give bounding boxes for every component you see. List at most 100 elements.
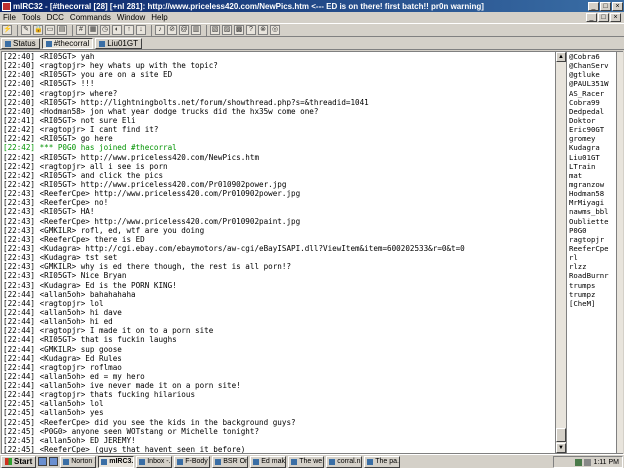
notify-icon[interactable]: ♪ [155,25,165,35]
dcc-send-icon[interactable]: ↑ [124,25,134,35]
switch-channel-thecorral[interactable]: #thecorral [41,38,94,49]
scroll-thumb[interactable] [556,428,566,442]
quit-icon[interactable]: ⊗ [258,25,268,35]
taskbar-button[interactable]: mIRC3... [98,455,135,468]
close-button[interactable]: × [612,1,623,11]
menu-file[interactable]: File [0,13,19,22]
chat-log[interactable]: [22:40] <RI05GT> yah [22:40] <ragtopjr> h… [2,52,555,453]
taskbar-button[interactable]: BSR On... [212,455,249,468]
nick-item[interactable]: gromey [569,134,616,143]
dcc-chat-icon[interactable]: ↓ [136,25,146,35]
scroll-up-arrow-icon[interactable]: ▲ [556,52,566,62]
nick-item[interactable]: RoadBurnr [569,271,616,280]
nick-item[interactable]: MrMiyagi [569,198,616,207]
menu-window[interactable]: Window [114,13,148,22]
nick-item[interactable]: LTrain [569,162,616,171]
nick-item[interactable]: trumpz [569,290,616,299]
options-icon[interactable]: ✎ [21,25,31,35]
nick-item[interactable]: Oubliette [569,217,616,226]
nick-item[interactable]: nawms_bbl [569,207,616,216]
colors-icon[interactable]: ◐ [112,25,122,35]
nick-item[interactable]: P0G0 [569,226,616,235]
menu-help[interactable]: Help [148,13,170,22]
nick-item[interactable]: mat [569,171,616,180]
ignore-icon[interactable]: ⊘ [167,25,177,35]
taskbar-button[interactable]: corral.n... [326,455,363,468]
chat-scrollbar[interactable]: ▲ ▼ [555,52,566,453]
nick-item[interactable]: Hodman58 [569,189,616,198]
maximize-button[interactable]: □ [600,1,611,11]
child-restore-button[interactable]: □ [598,13,609,22]
taskbar-button[interactable]: The pa... [364,455,401,468]
nick-item[interactable]: Liu01GT [569,153,616,162]
task-app-icon [253,458,260,465]
task-app-icon [63,458,70,465]
switch-query-liu01gt[interactable]: Liu01GT [95,38,142,49]
quicklaunch-desktop-icon[interactable] [38,457,48,466]
menu-bar: File Tools DCC Commands Window Help _ □ … [0,12,624,23]
taskbar-button[interactable]: Norton ... [60,455,97,468]
switch-status[interactable]: Status [1,38,40,49]
status-icon [5,40,11,47]
nick-item[interactable]: Kudagra [569,143,616,152]
url-list-icon[interactable]: @ [179,25,189,35]
start-button[interactable]: Start [1,455,37,468]
lock-icon[interactable]: 🔒 [33,25,43,35]
nick-item[interactable]: Doktor [569,116,616,125]
nick-item[interactable]: trumps [569,281,616,290]
nick-item[interactable]: AS_Racer [569,89,616,98]
nick-item[interactable]: @gtluke [569,70,616,79]
address-book-icon[interactable]: ▤ [57,25,67,35]
mirc-app-icon[interactable] [2,1,11,11]
taskbar-button[interactable]: Inbox -... [136,455,173,468]
task-app-icon [215,458,222,465]
nick-item[interactable]: @Cobra6 [569,52,616,61]
child-close-button[interactable]: × [610,13,621,22]
tile-icon[interactable]: ▧ [210,25,220,35]
nick-item[interactable]: @PAUL351W [569,79,616,88]
chat-message: [22:45] <P0G0> anyone seen WOTstang or M… [3,426,260,436]
volume-icon[interactable] [584,458,592,466]
nick-item[interactable]: ReeferCpe [569,244,616,253]
nick-item[interactable]: mgranzow [569,180,616,189]
nick-list[interactable]: @Cobra6 @ChanServ @gtluke @PAUL351W AS_Racer… [566,52,616,453]
chat-message: [22:42] <RI05GT> go here [3,134,113,144]
nick-item[interactable]: Dedpedal [569,107,616,116]
scroll-down-arrow-icon[interactable]: ▼ [556,443,566,453]
taskbar-button-label: Norton ... [71,457,97,465]
arrange-icon[interactable]: ▩ [234,25,244,35]
taskbar-button[interactable]: Ed mak... [250,455,287,468]
task-app-icon [177,458,184,465]
nick-item[interactable]: rlzz [569,262,616,271]
child-minimize-button[interactable]: _ [586,13,597,22]
folder-icon[interactable]: ▭ [45,25,55,35]
menu-tools[interactable]: Tools [19,13,44,22]
timer-icon[interactable]: ◷ [100,25,110,35]
nick-item[interactable]: [CheM] [569,299,616,308]
connect-icon[interactable]: ⚡ [2,25,12,35]
nicklist-scrollbar[interactable] [616,52,623,453]
nick-item[interactable]: Eric90GT [569,125,616,134]
channels-folder-icon[interactable]: ▦ [88,25,98,35]
chat-message: [22:45] <allan5oh> yes [3,408,104,418]
chat-message: [22:43] <RI05GT> HA! [3,207,95,217]
channel-list-icon[interactable]: # [76,25,86,35]
chat-message: [22:40] <RI05GT> you are on a site ED [3,70,173,80]
minimize-button[interactable]: _ [588,1,599,11]
taskbar-button[interactable]: The we... [288,455,325,468]
title-bar[interactable]: mIRC32 - [#thecorral [28] [+nl 281]: htt… [0,0,624,12]
help-icon[interactable]: ? [246,25,256,35]
log-icon[interactable]: ▥ [191,25,201,35]
tray-icon[interactable] [575,458,583,466]
nick-item[interactable]: rl [569,253,616,262]
about-icon[interactable]: ◎ [270,25,280,35]
quicklaunch-browser-icon[interactable] [49,457,59,466]
menu-commands[interactable]: Commands [67,13,114,22]
nick-item[interactable]: ragtopjr [569,235,616,244]
nick-item[interactable]: @ChanServ [569,61,616,70]
menu-dcc[interactable]: DCC [44,13,67,22]
nick-item[interactable]: Cobra99 [569,98,616,107]
taskbar-button[interactable]: F-Body ... [174,455,211,468]
cascade-icon[interactable]: ▨ [222,25,232,35]
chat-message: [22:40] <RI05GT> yah [3,52,95,61]
